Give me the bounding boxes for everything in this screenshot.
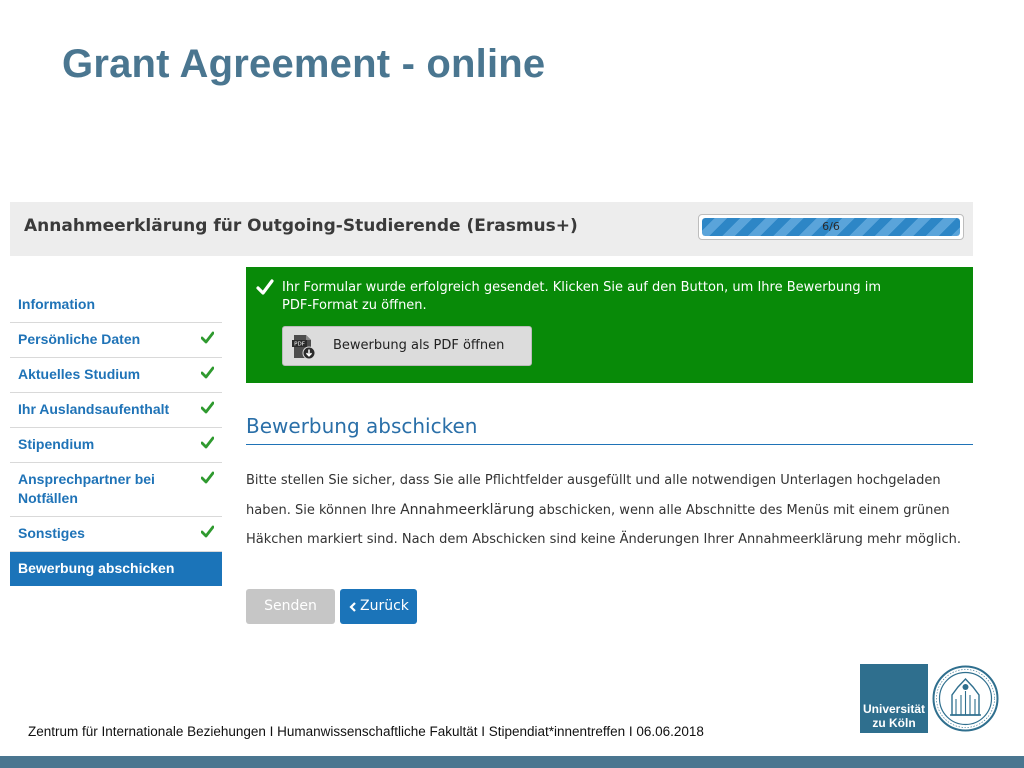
instructions-emphasis: Annahmeerklärung xyxy=(400,501,535,518)
back-button-label: Zurück xyxy=(360,598,409,614)
check-icon xyxy=(201,331,214,344)
sidebar-nav: Information Persönliche Daten Aktuelles … xyxy=(10,288,222,586)
sidebar-item-aktuelles-studium[interactable]: Aktuelles Studium xyxy=(10,358,222,393)
sidebar-item-label: Stipendium xyxy=(18,436,95,452)
check-icon xyxy=(201,366,214,379)
sidebar-item-bewerbung-abschicken[interactable]: Bewerbung abschicken xyxy=(10,552,222,586)
section-heading: Bewerbung abschicken xyxy=(246,414,973,445)
open-pdf-button[interactable]: PDF Bewerbung als PDF öffnen xyxy=(282,326,532,366)
progress-label: 6/6 xyxy=(822,220,840,233)
back-button[interactable]: Zurück xyxy=(340,589,417,624)
chevron-left-icon xyxy=(349,602,356,612)
form-title: Annahmeerklärung für Outgoing-Studierend… xyxy=(24,216,578,236)
check-icon xyxy=(201,471,214,484)
sidebar-item-label: Aktuelles Studium xyxy=(18,366,141,382)
check-icon xyxy=(201,525,214,538)
footer-text: Zentrum für Internationale Beziehungen I… xyxy=(28,724,704,739)
sidebar-item-label: Sonstiges xyxy=(18,525,85,541)
university-seal-icon xyxy=(932,665,999,732)
sidebar-item-ansprechpartner[interactable]: Ansprechpartner bei Notfällen xyxy=(10,463,222,517)
logo-wordmark: Universität zu Köln xyxy=(860,702,928,730)
logo-line-2: zu Köln xyxy=(872,716,916,730)
instructions-text: Bitte stellen Sie sicher, dass Sie alle … xyxy=(246,466,973,555)
success-message: Ihr Formular wurde erfolgreich gesendet.… xyxy=(282,280,882,313)
sidebar-item-sonstiges[interactable]: Sonstiges xyxy=(10,517,222,552)
progress-track: 6/6 xyxy=(702,218,960,236)
success-alert: Ihr Formular wurde erfolgreich gesendet.… xyxy=(246,267,973,383)
app-header: Annahmeerklärung für Outgoing-Studierend… xyxy=(10,202,973,256)
send-button[interactable]: Senden xyxy=(246,589,335,624)
pdf-download-icon: PDF xyxy=(292,335,316,360)
slide-title: Grant Agreement - online xyxy=(62,42,546,86)
sidebar-item-label: Bewerbung abschicken xyxy=(18,560,175,576)
sidebar-item-stipendium[interactable]: Stipendium xyxy=(10,428,222,463)
pdf-icon-label: PDF xyxy=(294,342,305,348)
university-logo: Universität zu Köln xyxy=(860,664,1000,734)
sidebar-item-label: Ansprechpartner bei Notfällen xyxy=(18,471,155,506)
sidebar-item-auslandsaufenthalt[interactable]: Ihr Auslandsaufenthalt xyxy=(10,393,222,428)
check-icon xyxy=(256,279,274,295)
logo-line-1: Universität xyxy=(862,702,926,716)
sidebar-item-label: Ihr Auslandsaufenthalt xyxy=(18,401,170,417)
sidebar-item-information[interactable]: Information xyxy=(10,288,222,323)
open-pdf-label: Bewerbung als PDF öffnen xyxy=(333,338,505,353)
sidebar-item-label: Persönliche Daten xyxy=(18,331,141,347)
sidebar-item-label: Information xyxy=(18,296,95,312)
check-icon xyxy=(201,401,214,414)
progress-bar: 6/6 xyxy=(698,214,964,240)
check-icon xyxy=(201,436,214,449)
sidebar-item-persoenliche-daten[interactable]: Persönliche Daten xyxy=(10,323,222,358)
footer-bar xyxy=(0,756,1024,768)
logo-box: Universität zu Köln xyxy=(860,664,928,733)
